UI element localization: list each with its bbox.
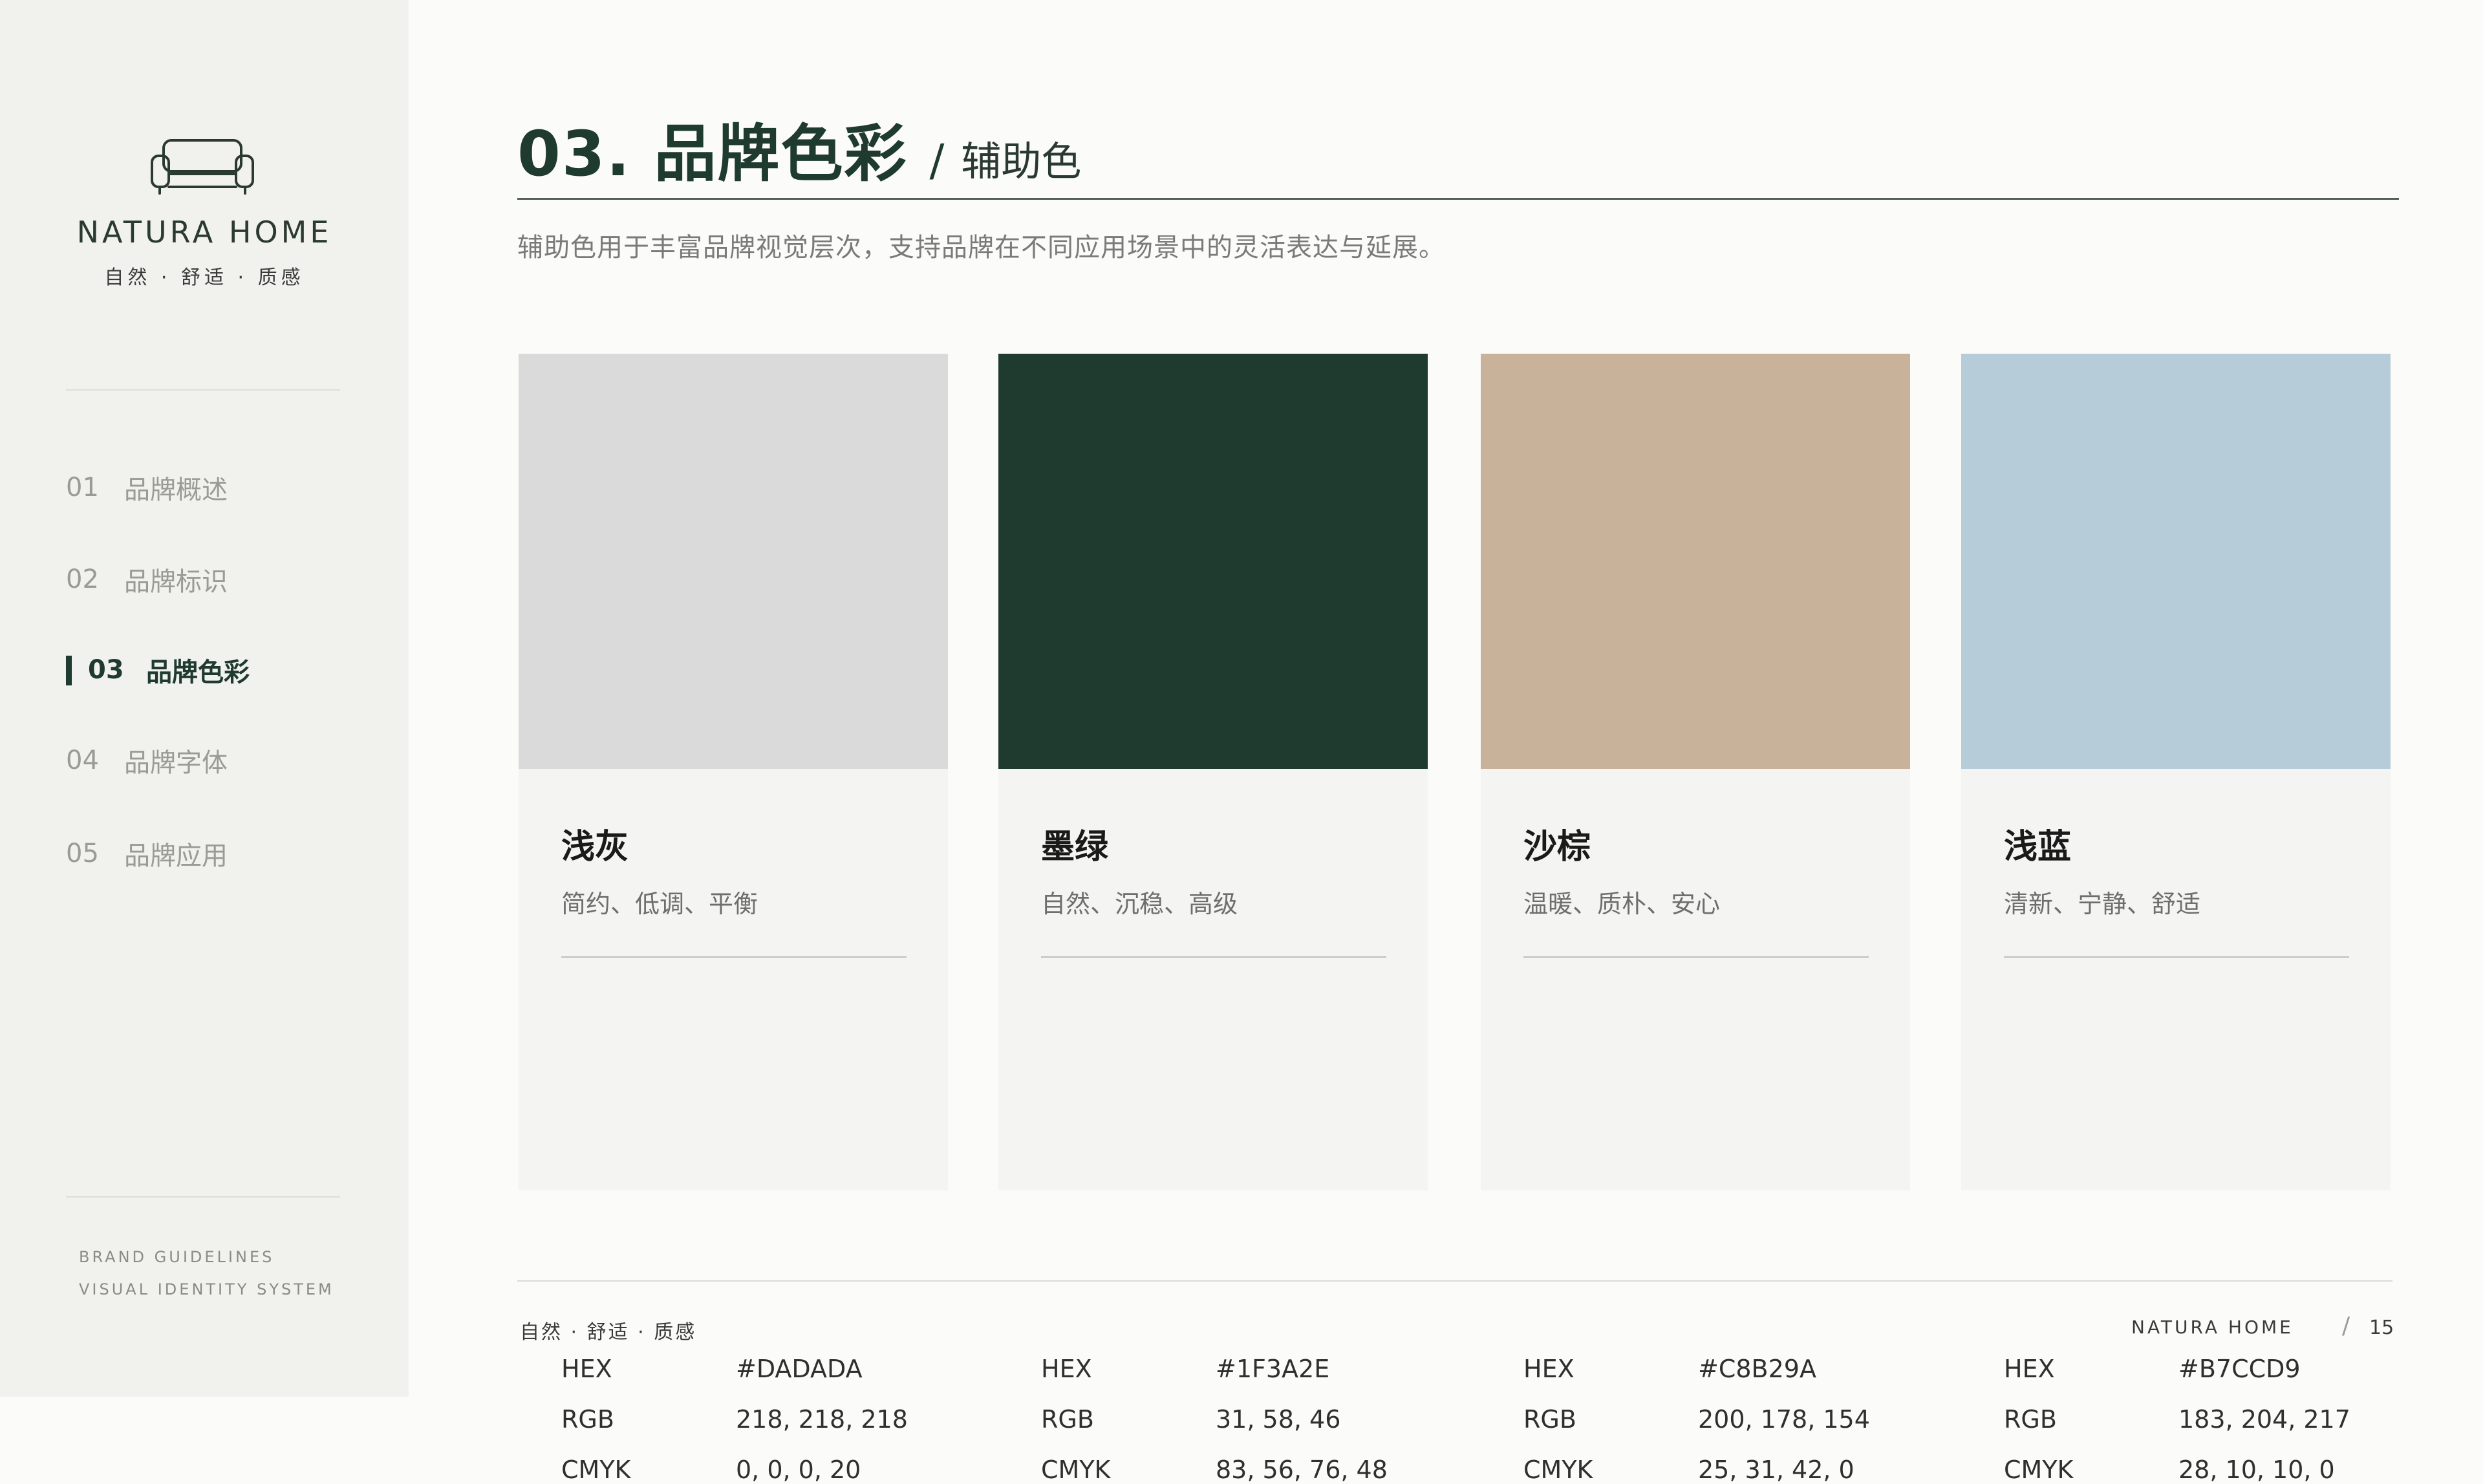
nav-label: 品牌标识: [124, 567, 228, 597]
hex-value: #B7CCD9: [2178, 1355, 2301, 1383]
nav-number: 01: [66, 473, 99, 502]
sidebar-divider: [66, 1196, 340, 1198]
color-card-dark-green: 墨绿 自然、沉稳、高级 HEX #1F3A2E RGB 31, 58, 46 C…: [998, 354, 1428, 1484]
cmyk-value: 25, 31, 42, 0: [1698, 1456, 1854, 1484]
cmyk-label: CMYK: [1523, 1456, 1593, 1484]
page-number: 15: [2369, 1317, 2394, 1339]
card-divider: [1523, 956, 1869, 958]
rgb-value: 200, 178, 154: [1698, 1405, 1870, 1434]
color-swatch: [1481, 354, 1910, 769]
sofa-icon: [151, 139, 254, 195]
hex-label: HEX: [2004, 1355, 2055, 1383]
rgb-value: 183, 204, 217: [2178, 1405, 2350, 1434]
nav-number: 05: [66, 839, 99, 868]
active-indicator: [66, 656, 72, 685]
color-keywords: 自然、沉稳、高级: [1041, 890, 1238, 918]
color-name: 墨绿: [1041, 828, 1109, 866]
brand-tagline: 自然 · 舒适 · 质感: [104, 266, 305, 289]
cmyk-label: CMYK: [2004, 1456, 2074, 1484]
hex-value: #1F3A2E: [1216, 1355, 1330, 1383]
title-slash: /: [929, 135, 945, 186]
page-description: 辅助色用于丰富品牌视觉层次，支持品牌在不同应用场景中的灵活表达与延展。: [517, 233, 1445, 263]
hex-value: #DADADA: [736, 1355, 863, 1383]
nav-item-color[interactable]: 03 品牌色彩: [66, 651, 250, 689]
hex-value: #C8B29A: [1698, 1355, 1816, 1383]
hex-label: HEX: [1041, 1355, 1092, 1383]
title-divider: [517, 198, 2399, 200]
cmyk-value: 28, 10, 10, 0: [2178, 1456, 2335, 1484]
hex-label: HEX: [1523, 1355, 1575, 1383]
color-keywords: 温暖、质朴、安心: [1523, 890, 1721, 918]
hex-label: HEX: [561, 1355, 612, 1383]
page-subtitle: 辅助色: [961, 138, 1082, 185]
nav-number: 04: [66, 746, 99, 775]
nav-item-typography[interactable]: 04 品牌字体: [66, 741, 228, 780]
brand-name: NATURA HOME: [76, 215, 332, 250]
cmyk-label: CMYK: [561, 1456, 631, 1484]
rgb-label: RGB: [561, 1405, 614, 1434]
color-swatch: [998, 354, 1428, 769]
card-divider: [2004, 956, 2349, 958]
rgb-label: RGB: [2004, 1405, 2057, 1434]
color-swatch: [1961, 354, 2391, 769]
footer-divider: [517, 1280, 2392, 1282]
color-name: 浅灰: [561, 828, 629, 866]
nav-label: 品牌色彩: [146, 658, 250, 687]
color-card-light-gray: 浅灰 简约、低调、平衡 HEX #DADADA RGB 218, 218, 21…: [519, 354, 948, 1484]
page-title: 03. 品牌色彩 / 辅助色: [517, 103, 1081, 193]
rgb-value: 31, 58, 46: [1216, 1405, 1341, 1434]
card-divider: [1041, 956, 1386, 958]
color-card-sand-brown: 沙棕 温暖、质朴、安心 HEX #C8B29A RGB 200, 178, 15…: [1481, 354, 1910, 1484]
cmyk-value: 0, 0, 0, 20: [736, 1456, 861, 1484]
nav-item-logo[interactable]: 02 品牌标识: [66, 560, 228, 599]
color-keywords: 清新、宁静、舒适: [2004, 890, 2201, 918]
nav-number: 02: [66, 565, 99, 594]
nav-label: 品牌字体: [124, 748, 228, 778]
nav-item-application[interactable]: 05 品牌应用: [66, 834, 228, 873]
footer-slash: /: [2342, 1313, 2350, 1339]
card-divider: [561, 956, 907, 958]
sidebar: NATURA HOME 自然 · 舒适 · 质感 01 品牌概述 02 品牌标识…: [0, 0, 409, 1397]
color-card-light-blue: 浅蓝 清新、宁静、舒适 HEX #B7CCD9 RGB 183, 204, 21…: [1961, 354, 2391, 1484]
nav-label: 品牌概述: [124, 475, 228, 505]
footer-tagline: 自然 · 舒适 · 质感: [520, 1321, 697, 1344]
color-swatch: [519, 354, 948, 769]
footer-brand: NATURA HOME: [2131, 1317, 2294, 1338]
sidebar-divider: [66, 389, 340, 391]
sidebar-footer-line2: VISUAL IDENTITY SYSTEM: [79, 1280, 334, 1298]
rgb-value: 218, 218, 218: [736, 1405, 908, 1434]
color-keywords: 简约、低调、平衡: [561, 890, 758, 918]
nav-number: 03: [88, 655, 124, 685]
nav-item-overview[interactable]: 01 品牌概述: [66, 468, 228, 507]
rgb-label: RGB: [1523, 1405, 1576, 1434]
nav-label: 品牌应用: [124, 841, 228, 871]
color-name: 沙棕: [1523, 828, 1591, 866]
rgb-label: RGB: [1041, 1405, 1094, 1434]
sidebar-footer-line1: BRAND GUIDELINES: [79, 1248, 275, 1266]
cmyk-label: CMYK: [1041, 1456, 1111, 1484]
page-title-main: 03. 品牌色彩: [517, 118, 908, 190]
cmyk-value: 83, 56, 76, 48: [1216, 1456, 1388, 1484]
color-name: 浅蓝: [2004, 828, 2072, 866]
